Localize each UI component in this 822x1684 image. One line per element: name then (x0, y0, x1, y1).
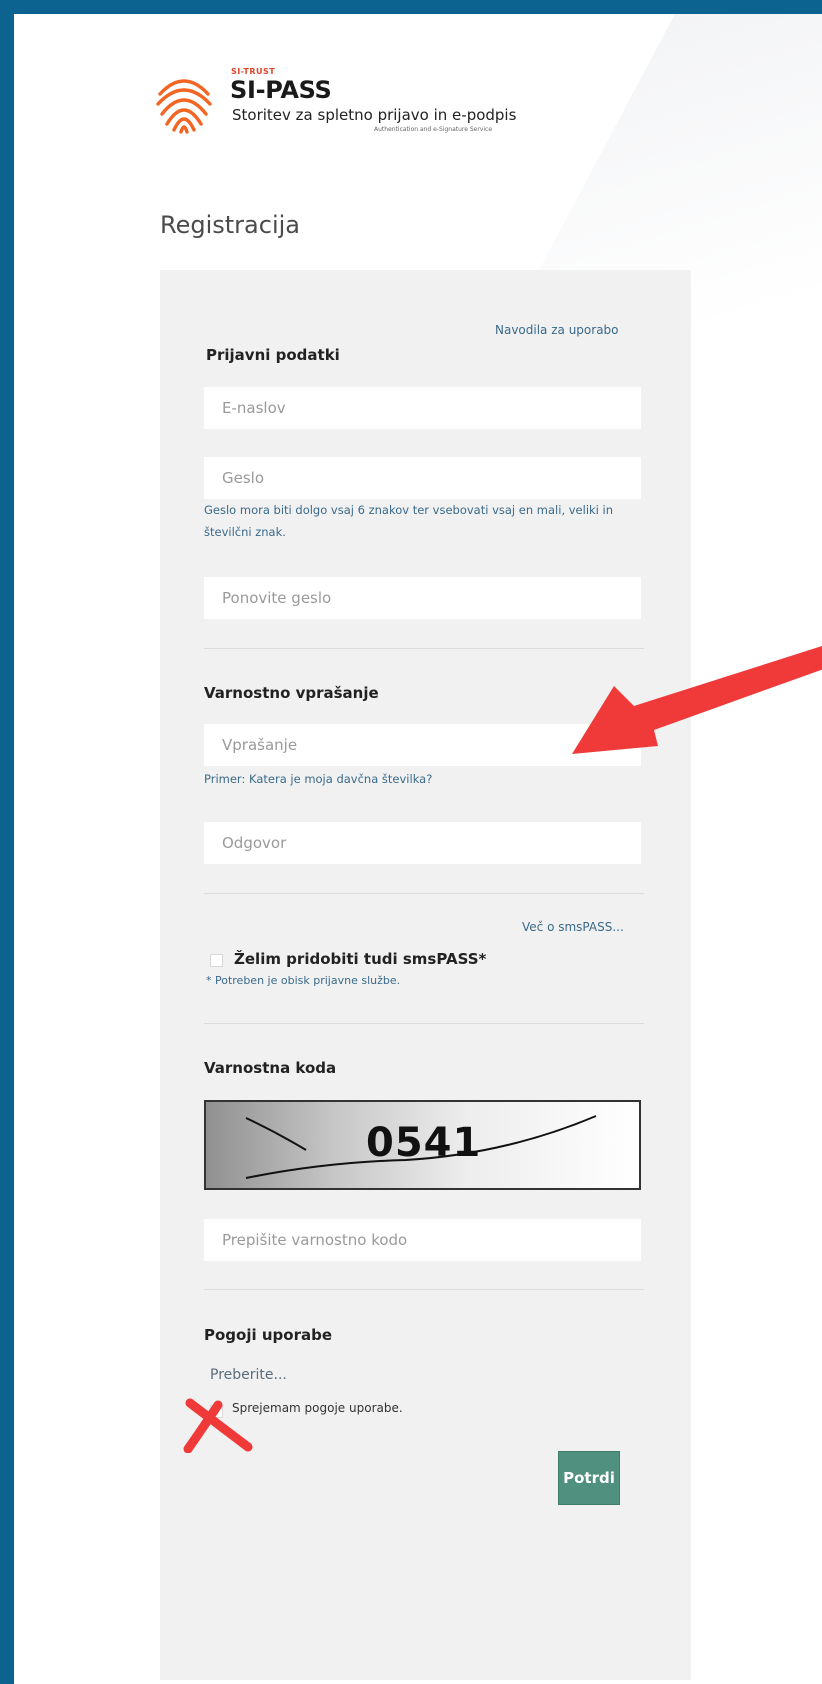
brand-subtitle-english: Authentication and e-Signature Service (374, 126, 493, 133)
page-frame: SI-TRUST SI-PASS Storitev za spletno pri… (14, 14, 822, 1684)
brand-small-label: SI-TRUST (231, 67, 276, 76)
terms-read-link[interactable]: Preberite... (210, 1367, 287, 1383)
repeat-password-input[interactable] (204, 577, 641, 619)
password-hint: Geslo mora biti dolgo vsaj 6 znakov ter … (204, 503, 614, 539)
help-link[interactable]: Navodila za uporabo (495, 323, 619, 337)
section-divider (204, 893, 644, 894)
password-input[interactable] (204, 457, 641, 499)
captcha-input[interactable] (204, 1219, 641, 1261)
security-question-heading: Varnostno vprašanje (204, 684, 379, 702)
red-cross-annotation-icon (183, 1398, 253, 1453)
captcha-code-text: 0541 (366, 1120, 482, 1166)
login-section-heading: Prijavni podatki (206, 346, 340, 364)
email-input[interactable] (204, 387, 641, 429)
submit-button[interactable]: Potrdi (558, 1451, 620, 1505)
captcha-heading: Varnostna koda (204, 1059, 337, 1077)
fingerprint-logo-icon (156, 79, 212, 134)
red-arrow-annotation-icon (572, 646, 822, 754)
smspass-checkbox[interactable] (210, 954, 223, 967)
terms-heading: Pogoji uporabe (204, 1326, 332, 1344)
smspass-note: * Potreben je obisk prijavne službe. (206, 974, 401, 987)
section-divider (204, 1023, 644, 1024)
brand-subtitle: Storitev za spletno prijavo in e-podpis (232, 106, 517, 124)
security-answer-input[interactable] (204, 822, 641, 864)
smspass-checkbox-label: Želim pridobiti tudi smsPASS* (234, 950, 487, 968)
section-divider (204, 1289, 644, 1290)
brand-title: SI-PASS (230, 76, 332, 104)
page-title: Registracija (160, 211, 300, 239)
security-question-hint: Primer: Katera je moja davčna številka? (204, 772, 433, 786)
smspass-info-link[interactable]: Več o smsPASS... (522, 920, 624, 934)
captcha-image: 0541 (204, 1100, 641, 1190)
registration-form-panel: Navodila za uporabo Prijavni podatki Ges… (160, 270, 691, 1680)
